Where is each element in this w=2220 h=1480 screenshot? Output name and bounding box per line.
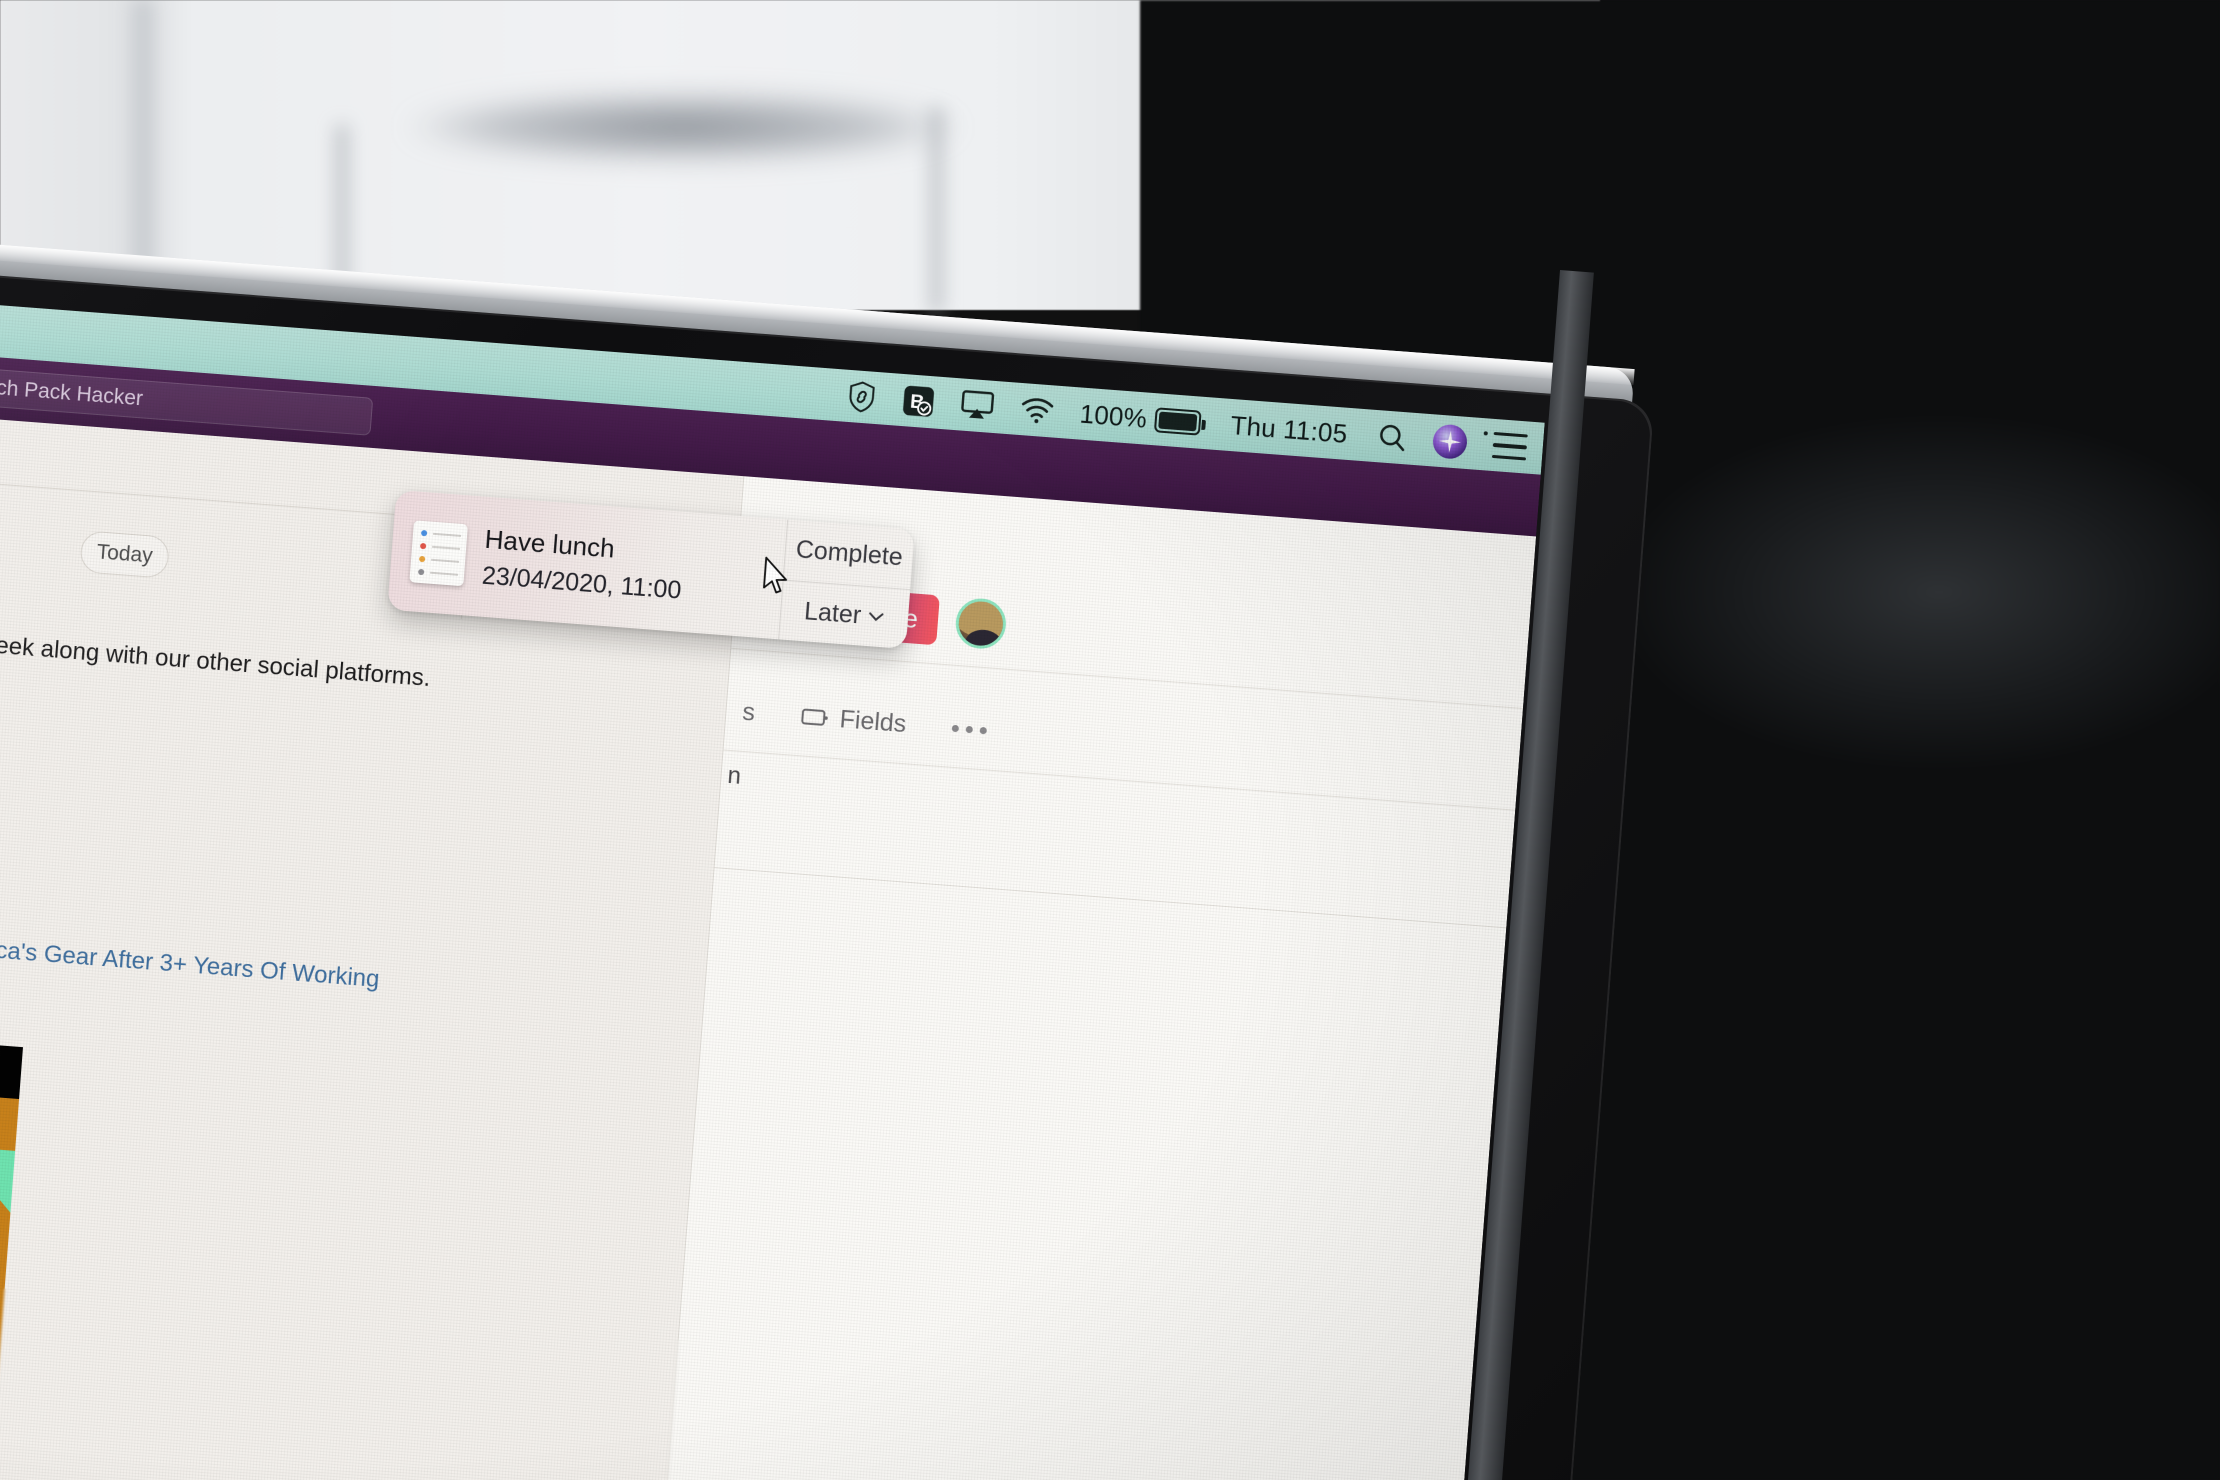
- fields-label: Fields: [838, 704, 908, 738]
- tab-fields[interactable]: Fields: [800, 702, 908, 739]
- reminders-icon: [409, 520, 468, 587]
- notification-center-icon[interactable]: [1491, 431, 1528, 461]
- blurred-chair-leg-right: [930, 108, 943, 313]
- later-button[interactable]: Later: [779, 579, 911, 649]
- bartender-icon[interactable]: B: [901, 383, 935, 419]
- fields-icon: [800, 708, 828, 726]
- search-icon[interactable]: [1376, 421, 1408, 453]
- airplay-icon[interactable]: [959, 389, 995, 421]
- battery-percent-label: 100%: [1078, 398, 1149, 434]
- more-horizontal-icon[interactable]: [951, 724, 988, 734]
- later-label: Later: [803, 596, 863, 630]
- battery-icon: [1153, 406, 1202, 436]
- thumbnail-image: [0, 1068, 20, 1447]
- battery-indicator[interactable]: 100%: [1079, 398, 1202, 438]
- siri-icon[interactable]: [1431, 423, 1469, 460]
- message-text: re this in our newsletter this week alon…: [0, 608, 432, 692]
- unfurl-title[interactable]: Work From Home Setup | Rebecca's Gear Af…: [0, 911, 380, 994]
- photo-scene: B 100% Thu 11:05 Search Pack Hacker Toda…: [0, 0, 2220, 1480]
- complete-button[interactable]: Complete: [784, 520, 915, 589]
- notification-subtitle: 23/04/2020, 11:00: [481, 561, 683, 605]
- search-placeholder-label: Search Pack Hacker: [0, 372, 144, 411]
- vpn-shield-icon[interactable]: [845, 379, 877, 415]
- notification-actions: Complete Later: [778, 519, 915, 649]
- wifi-icon[interactable]: [1019, 395, 1055, 425]
- date-divider-today[interactable]: Today: [79, 530, 171, 579]
- slack-workspace: ale Today 56 AM a link for my WFH video …: [0, 397, 1537, 1480]
- truncated-tab-label: s: [741, 697, 757, 727]
- unfurl-video-thumbnail[interactable]: [0, 1016, 23, 1480]
- notification-title: Have lunch: [483, 523, 616, 564]
- panel-divider: [714, 867, 1507, 929]
- mouse-cursor: [763, 556, 788, 594]
- menu-bar-clock[interactable]: Thu 11:05: [1230, 410, 1349, 450]
- laptop-screen: B 100% Thu 11:05 Search Pack Hacker Toda…: [0, 284, 1545, 1480]
- truncated-panel-text: n: [726, 761, 742, 790]
- avatar[interactable]: [954, 596, 1008, 651]
- chevron-down-icon: [869, 612, 884, 622]
